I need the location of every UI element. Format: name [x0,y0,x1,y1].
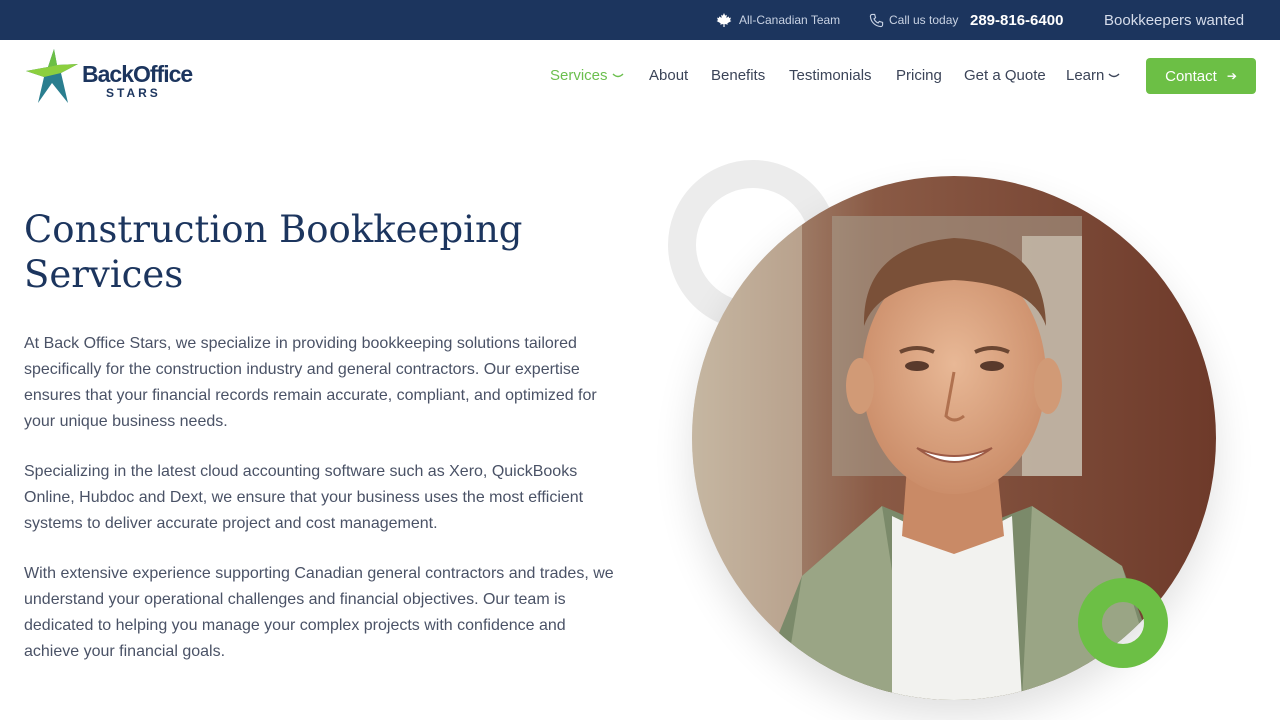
intro-paragraph: At Back Office Stars, we specialize in p… [24,335,597,430]
experience-paragraph: With extensive experience supporting Can… [24,565,614,660]
bookkeepers-wanted-link[interactable]: Bookkeepers wanted [1104,0,1244,40]
all-canadian-team: All-Canadian Team [716,0,840,40]
maple-leaf-icon [716,13,732,27]
arrow-right-icon: ➔ [1226,69,1237,83]
nav-learn[interactable]: Learn [1066,58,1120,94]
call-label: Call us today [889,13,959,27]
canada-label: All-Canadian Team [739,13,841,27]
software-paragraph: Specializing in the latest cloud account… [24,463,584,532]
call-us: Call us today [869,0,958,40]
chevron-down-icon [612,73,624,78]
contact-button[interactable]: Contact ➔ [1146,58,1256,94]
page-title: Construction Bookkeeping Services [24,208,523,296]
phone-icon [869,13,884,27]
nav-about[interactable]: About [649,58,688,94]
nav-testimonials[interactable]: Testimonials [789,58,872,94]
decorative-green-ring [1078,578,1168,668]
nav-learn-label: Learn [1066,67,1105,84]
logo[interactable]: BackOffice STARS [24,47,194,105]
contact-label: Contact [1165,67,1217,85]
nav-get-a-quote[interactable]: Get a Quote [964,58,1046,94]
nav-services-label: Services [550,67,608,84]
nav-pricing[interactable]: Pricing [896,58,942,94]
logo-sub: STARS [106,86,161,100]
nav-benefits[interactable]: Benefits [711,58,765,94]
star-logo-icon [26,49,78,103]
phone-number-link[interactable]: 289-816-6400 [970,0,1063,40]
top-bar: All-Canadian Team Call us today 289-816-… [0,0,1280,40]
nav-services[interactable]: Services [550,58,624,94]
logo-name: BackOffice [82,61,193,87]
chevron-down-icon [1108,73,1120,78]
